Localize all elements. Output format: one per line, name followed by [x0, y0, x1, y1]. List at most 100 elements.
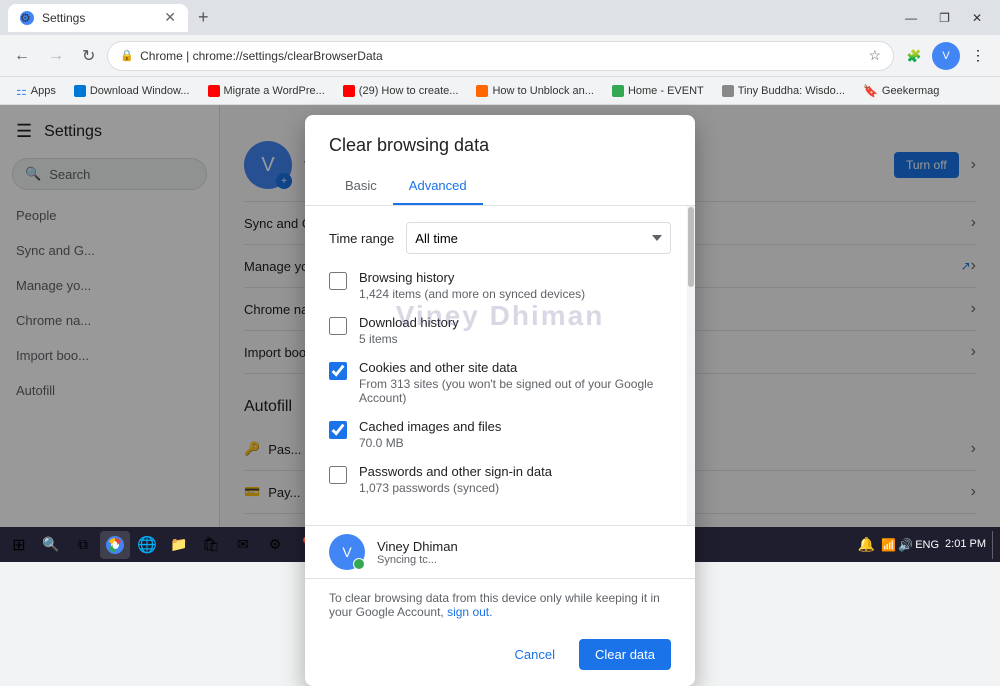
windows-logo-icon: ⊞ [12, 535, 25, 555]
taskbar-sound-icon[interactable]: 🔊 [898, 538, 913, 552]
url-text: Chrome | chrome://settings/clearBrowserD… [140, 49, 383, 63]
star-icon[interactable]: ☆ [868, 47, 881, 64]
bookmark-apps[interactable]: ⚏ Apps [8, 82, 64, 100]
browsing-history-item: Browsing history 1,424 items (and more o… [329, 270, 671, 301]
download-history-item: Download history 5 items [329, 315, 671, 346]
cookies-content: Cookies and other site data From 313 sit… [359, 360, 671, 405]
toolbar-icons: 🧩 V ⋮ [900, 42, 992, 70]
bookmark-tiny-buddha[interactable]: Tiny Buddha: Wisdo... [714, 83, 853, 99]
reload-button[interactable]: ↻ [76, 42, 101, 70]
how-to-favicon [343, 85, 355, 97]
footer-note-text: To clear browsing data from this device … [329, 591, 660, 619]
passwords-content: Passwords and other sign-in data 1,073 p… [359, 464, 671, 495]
download-history-sublabel: 5 items [359, 332, 671, 346]
tab-advanced[interactable]: Advanced [393, 168, 483, 205]
taskbar-chrome-icon[interactable] [100, 531, 130, 559]
dialog-actions: Cancel Clear data [305, 631, 695, 686]
taskbar-task-view-icon[interactable]: ⧉ [68, 531, 98, 559]
toolbar-profile[interactable]: V [932, 42, 960, 70]
main-area: ☰ Settings 🔍 Search People Sync and G...… [0, 105, 1000, 527]
cookies-item: Cookies and other site data From 313 sit… [329, 360, 671, 405]
bookmark-how-to[interactable]: (29) How to create... [335, 83, 467, 99]
time-range-select[interactable]: All time Last hour Last 24 hours Last 7 … [406, 222, 671, 254]
tab-close-btn[interactable]: ✕ [164, 9, 176, 26]
download-windows-favicon [74, 85, 86, 97]
taskbar-search-icon[interactable]: 🔍 [36, 531, 66, 559]
new-tab-button[interactable]: + [192, 7, 215, 28]
taskbar-clock[interactable]: 2:01 PM [945, 537, 986, 551]
forward-button[interactable]: → [42, 43, 70, 69]
time-range-label: Time range [329, 231, 394, 246]
bookmark-geekermag[interactable]: 🔖 Geekermag [855, 82, 947, 100]
sign-out-link[interactable]: sign out. [447, 605, 492, 619]
bookmark-tiny-buddha-label: Tiny Buddha: Wisdo... [738, 85, 845, 97]
bookmark-apps-label: Apps [31, 85, 56, 97]
taskbar-lang-label: ENG [915, 539, 939, 551]
bookmark-migrate[interactable]: Migrate a WordPre... [200, 83, 333, 99]
close-button[interactable]: ✕ [962, 7, 992, 29]
browsing-history-checkbox[interactable] [329, 272, 347, 290]
download-history-content: Download history 5 items [359, 315, 671, 346]
time-range-row: Time range All time Last hour Last 24 ho… [329, 222, 671, 254]
clear-data-button[interactable]: Clear data [579, 639, 671, 670]
url-box[interactable]: 🔒 Chrome | chrome://settings/clearBrowse… [107, 41, 894, 71]
sync-avatar: V [329, 534, 365, 570]
lock-icon: 🔒 [120, 49, 134, 62]
passwords-signin-label: Passwords and other sign-in data [359, 464, 671, 479]
migrate-favicon [208, 85, 220, 97]
sync-user-row: V Viney Dhiman Syncing tc... [305, 525, 695, 578]
bookmarks-bar: ⚏ Apps Download Window... Migrate a Word… [0, 77, 1000, 105]
sync-info: Viney Dhiman Syncing tc... [377, 539, 671, 566]
cached-images-sublabel: 70.0 MB [359, 436, 671, 450]
bookmark-geekermag-label: Geekermag [882, 85, 939, 97]
title-bar: ⚙ Settings ✕ + — ❐ ✕ [0, 0, 1000, 35]
sync-avatar-initial: V [342, 544, 351, 560]
cached-images-checkbox[interactable] [329, 421, 347, 439]
dialog-title: Clear browsing data [305, 115, 695, 168]
bookmark-unblock-label: How to Unblock an... [492, 85, 594, 97]
browsing-history-label: Browsing history [359, 270, 671, 285]
dialog-body: Time range All time Last hour Last 24 ho… [305, 206, 695, 525]
cookies-checkbox[interactable] [329, 362, 347, 380]
taskbar-show-desktop[interactable] [992, 531, 996, 559]
scroll-thumb[interactable] [688, 207, 694, 287]
toolbar-extensions[interactable]: 🧩 [900, 42, 928, 70]
taskbar-store-icon[interactable]: 🛍 [196, 531, 226, 559]
taskbar-network-icon[interactable]: 📶 [881, 538, 896, 552]
clear-browsing-data-dialog: Clear browsing data Basic Advanced Time … [305, 115, 695, 686]
dialog-tabs: Basic Advanced [305, 168, 695, 206]
cached-images-content: Cached images and files 70.0 MB [359, 419, 671, 450]
maximize-button[interactable]: ❐ [929, 7, 960, 29]
home-event-favicon [612, 85, 624, 97]
bookmark-download-window[interactable]: Download Window... [66, 83, 198, 99]
cached-images-label: Cached images and files [359, 419, 671, 434]
scroll-track [687, 206, 695, 525]
passwords-signin-checkbox[interactable] [329, 466, 347, 484]
taskbar-mail-icon[interactable]: ✉ [228, 531, 258, 559]
bookmark-unblock[interactable]: How to Unblock an... [468, 83, 602, 99]
download-history-checkbox[interactable] [329, 317, 347, 335]
passwords-checkbox-wrapper [329, 466, 347, 484]
browsing-history-checkbox-wrapper [329, 272, 347, 290]
cancel-button[interactable]: Cancel [499, 639, 571, 670]
tab-basic[interactable]: Basic [329, 168, 393, 205]
taskbar-explorer-icon[interactable]: 📁 [164, 531, 194, 559]
taskbar-notification-icon[interactable]: 🔔 [858, 536, 875, 553]
browsing-history-sublabel: 1,424 items (and more on synced devices) [359, 287, 671, 301]
tab-favicon: ⚙ [20, 11, 34, 25]
apps-icon: ⚏ [16, 84, 27, 98]
taskbar-edge-icon[interactable]: 🌐 [132, 531, 162, 559]
start-button[interactable]: ⊞ [4, 531, 34, 559]
browser-tab[interactable]: ⚙ Settings ✕ [8, 4, 188, 32]
bookmark-icon: 🔖 [863, 84, 878, 98]
bookmark-home-event-label: Home - EVENT [628, 85, 704, 97]
taskbar-settings-icon[interactable]: ⚙ [260, 531, 290, 559]
back-button[interactable]: ← [8, 43, 36, 69]
dialog-footer-note: To clear browsing data from this device … [305, 578, 695, 631]
cookies-label: Cookies and other site data [359, 360, 671, 375]
window-controls: — ❐ ✕ [895, 7, 992, 29]
cached-images-checkbox-wrapper [329, 421, 347, 439]
bookmark-home-event[interactable]: Home - EVENT [604, 83, 712, 99]
minimize-button[interactable]: — [895, 7, 927, 29]
toolbar-menu[interactable]: ⋮ [964, 42, 992, 70]
